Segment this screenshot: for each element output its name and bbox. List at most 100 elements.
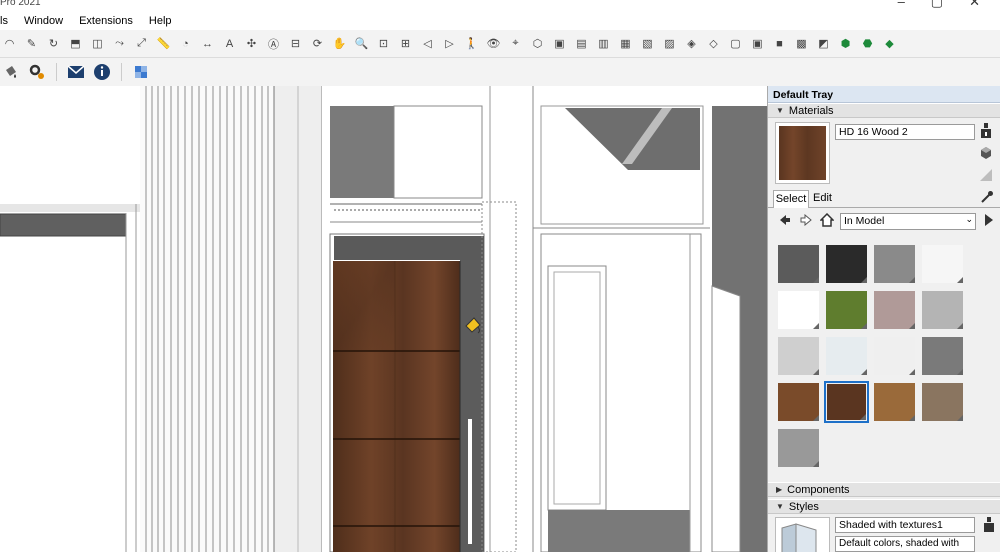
3dtext-icon[interactable]: Ⓐ (264, 34, 283, 53)
orbit-icon[interactable]: ⟳ (308, 34, 327, 53)
layout-icon[interactable]: ◆ (880, 34, 899, 53)
top-icon[interactable]: ▣ (550, 34, 569, 53)
close-icon[interactable]: ✕ (969, 0, 980, 10)
wireframe-icon[interactable]: ▢ (726, 34, 745, 53)
style-name-field[interactable] (835, 517, 975, 533)
rotate-icon[interactable]: ↻ (44, 34, 63, 53)
section-icon[interactable]: ⊟ (286, 34, 305, 53)
style-update-icon[interactable] (983, 517, 995, 536)
style-description-field[interactable]: Default colors, shaded with (835, 536, 975, 552)
in-use-corner-icon (813, 277, 819, 283)
arc-icon[interactable]: ◠ (0, 34, 19, 53)
zoom-icon[interactable]: 🔍 (352, 34, 371, 53)
previous-icon[interactable]: ◁ (418, 34, 437, 53)
textured-icon[interactable]: ▩ (792, 34, 811, 53)
material-swatch[interactable] (776, 381, 821, 423)
material-preview[interactable] (775, 122, 830, 184)
material-swatch[interactable] (920, 381, 965, 423)
shaded-icon[interactable]: ■ (770, 34, 789, 53)
front-icon[interactable]: ▤ (572, 34, 591, 53)
materials-panel-header[interactable]: ▼ Materials (768, 103, 1000, 118)
message-icon[interactable] (65, 61, 87, 83)
monochrome-icon[interactable]: ◩ (814, 34, 833, 53)
display-secondary-icon[interactable] (978, 122, 994, 140)
home-icon[interactable] (820, 213, 834, 227)
model-viewport[interactable] (0, 86, 767, 552)
warehouse-icon[interactable]: ⬢ (836, 34, 855, 53)
back-icon[interactable]: ▦ (616, 34, 635, 53)
xray-icon[interactable]: ◈ (682, 34, 701, 53)
details-arrow-icon[interactable] (983, 213, 995, 230)
info-icon[interactable] (91, 61, 113, 83)
tab-edit[interactable]: Edit (813, 192, 832, 204)
style-thumbnail[interactable] (775, 517, 830, 552)
right-icon[interactable]: ▥ (594, 34, 613, 53)
material-swatch[interactable] (920, 243, 965, 285)
tape-icon[interactable]: 📏 (154, 34, 173, 53)
material-swatch[interactable] (872, 335, 917, 377)
material-swatch[interactable] (776, 289, 821, 331)
sample-paint-icon[interactable] (980, 190, 994, 207)
settings-icon[interactable] (26, 61, 48, 83)
next-icon[interactable]: ▷ (440, 34, 459, 53)
material-swatch[interactable] (920, 289, 965, 331)
default-material-icon[interactable] (978, 166, 994, 184)
menu-window[interactable]: Window (16, 15, 71, 27)
in-use-corner-icon (957, 415, 963, 421)
position-camera-icon[interactable]: ⌖ (506, 34, 525, 53)
paint-bucket-icon[interactable] (0, 61, 22, 83)
tab-select[interactable]: Select (773, 190, 809, 208)
material-swatch[interactable] (776, 427, 821, 469)
left-icon[interactable]: ▧ (638, 34, 657, 53)
components-panel-header[interactable]: ▶ Components (768, 482, 1000, 497)
zoomextents-icon[interactable]: ⊞ (396, 34, 415, 53)
material-swatch[interactable] (920, 335, 965, 377)
toolbar-separator (121, 63, 122, 81)
text-icon[interactable]: A (220, 34, 239, 53)
collection-dropdown[interactable]: In Model ⌄ (840, 213, 976, 230)
menu-tools[interactable]: ls (0, 15, 16, 27)
create-material-icon[interactable] (978, 144, 994, 162)
maximize-icon[interactable]: ▢ (931, 0, 943, 10)
dimension-icon[interactable]: ↔ (198, 34, 217, 53)
pushpull-icon[interactable]: ⬒ (66, 34, 85, 53)
material-swatch[interactable] (872, 289, 917, 331)
forward-arrow-icon[interactable] (799, 213, 813, 227)
walk-icon[interactable]: 🚶 (462, 34, 481, 53)
offset-icon[interactable]: ◫ (88, 34, 107, 53)
extension-warehouse-icon[interactable]: ⬣ (858, 34, 877, 53)
material-swatch[interactable] (824, 289, 869, 331)
material-swatch[interactable] (776, 335, 821, 377)
followme-icon[interactable]: ⤳ (110, 34, 129, 53)
material-swatch[interactable] (872, 381, 917, 423)
material-swatch[interactable] (824, 335, 869, 377)
in-use-corner-icon (813, 369, 819, 375)
materials-grid (776, 243, 964, 469)
freehand-icon[interactable]: ✎ (22, 34, 41, 53)
back-arrow-icon[interactable] (778, 213, 792, 227)
large-toolset-toolbar: ◠ ✎ ↻ ⬒ ◫ ⤳ ⤢ 📏 ◔ ↔ A ✣ Ⓐ ⊟ ⟳ ✋ 🔍 ⊡ ⊞ ◁ ▷ 🚶 👁 ⌖ ⬡ ▣ ▤ ▥ ▦ ▧ ▨ ◈ ◇ ▢ ▣ ■ ▩ ◩ ⬢ ⬣… (0, 30, 1000, 58)
in-use-corner-icon (813, 461, 819, 467)
backedges-icon[interactable]: ◇ (704, 34, 723, 53)
material-swatch[interactable] (776, 243, 821, 285)
protractor-icon[interactable]: ◔ (176, 34, 195, 53)
hiddenline-icon[interactable]: ▣ (748, 34, 767, 53)
axes-icon[interactable]: ✣ (242, 34, 261, 53)
material-swatch[interactable] (824, 381, 869, 423)
pan-icon[interactable]: ✋ (330, 34, 349, 53)
material-swatch[interactable] (872, 243, 917, 285)
menu-help[interactable]: Help (141, 15, 180, 27)
styles-panel-header[interactable]: ▼ Styles (768, 499, 1000, 514)
component-icon[interactable] (130, 61, 152, 83)
scale-icon[interactable]: ⤢ (132, 34, 151, 53)
minimize-icon[interactable]: – (898, 0, 905, 10)
zoomwindow-icon[interactable]: ⊡ (374, 34, 393, 53)
lookaround-icon[interactable]: 👁 (484, 34, 503, 53)
material-swatch[interactable] (824, 243, 869, 285)
iso-icon[interactable]: ⬡ (528, 34, 547, 53)
style-info: Default colors, shaded with (768, 514, 1000, 552)
bottom-icon[interactable]: ▨ (660, 34, 679, 53)
material-name-field[interactable] (835, 124, 975, 140)
in-use-corner-icon (861, 277, 867, 283)
menu-extensions[interactable]: Extensions (71, 15, 141, 27)
